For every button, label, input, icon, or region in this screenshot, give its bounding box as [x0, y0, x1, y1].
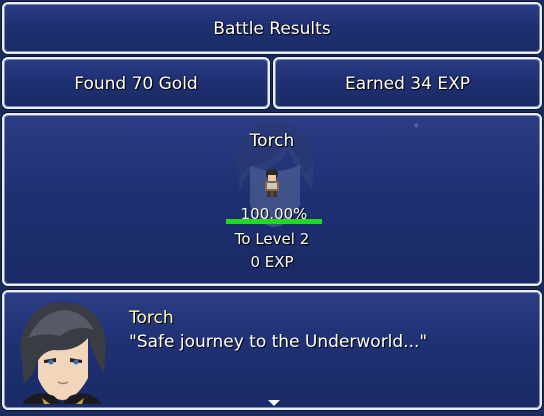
actor-exp-window: ✦ Torch 100.00% To Level 2 0 EXP — [2, 113, 542, 286]
exp-remaining-text: 0 EXP — [250, 253, 294, 271]
message-line: "Safe journey to the Underworld..." — [129, 332, 428, 352]
battle-results-title: Battle Results — [213, 19, 331, 39]
exp-reward-text: Earned 34 EXP — [345, 74, 470, 94]
exp-gauge — [226, 219, 322, 224]
message-window[interactable]: Torch "Safe journey to the Underworld...… — [2, 290, 542, 410]
actor-sprite — [265, 169, 279, 197]
exp-reward-window: Earned 34 EXP — [273, 57, 542, 109]
gold-reward-text: Found 70 Gold — [74, 74, 198, 94]
exp-gauge-fill — [226, 219, 322, 224]
continue-arrow-icon[interactable] — [268, 400, 280, 406]
battle-results-title-window: Battle Results — [2, 2, 542, 54]
speaker-name: Torch — [129, 308, 174, 328]
gold-reward-window: Found 70 Gold — [2, 57, 270, 109]
to-level-text: To Level 2 — [234, 230, 310, 248]
actor-name: Torch — [249, 131, 295, 151]
speaker-face-portrait — [20, 302, 106, 404]
